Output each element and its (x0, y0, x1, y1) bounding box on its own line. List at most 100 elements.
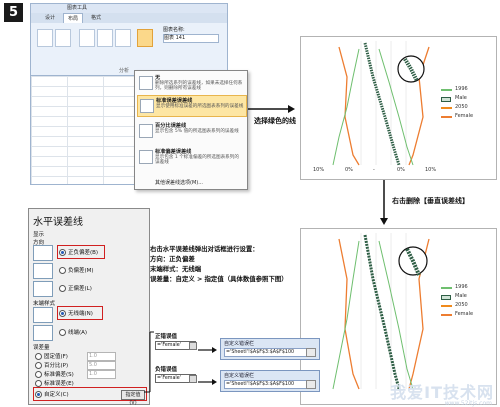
x-tick: 10% (425, 167, 437, 173)
instruction-text: 右击水平误差线弹出对话框进行设置： 方向：正负偏差 末端样式：无线端 误差量：自… (150, 244, 310, 284)
legend-1996: 1996 (455, 86, 468, 92)
tab-layout[interactable]: 布局 (63, 13, 84, 23)
chart-area-icon[interactable] (37, 29, 53, 47)
chart-name-input[interactable]: 图表 141 (163, 34, 219, 43)
chart-properties: 图表名称: 图表 141 (163, 27, 219, 43)
percentage-error-icon (139, 124, 153, 138)
fixed-value-input[interactable]: 1.0 (87, 352, 116, 361)
option-cap[interactable]: 线端(A) (59, 328, 87, 336)
menu-item-standard-deviation[interactable]: 标准偏差误差线 显示包含 1 个标准偏差的所选图表系列的误差线 (137, 147, 245, 167)
display-label: 显示 (33, 232, 45, 238)
custom-error-box-positive: 自定义错误栏 ='SheetI'!$A$F$3:$A$F$100 (220, 338, 320, 360)
menu-item-none[interactable]: 无 删除所选系列的误差线，如果未选择任何系列，则删除所有误差线 (137, 73, 245, 93)
option-label: 标准偏差(S) (44, 372, 74, 378)
lines-icon[interactable] (97, 29, 113, 47)
watermark-url: www.52itjs.com (444, 400, 492, 407)
no-error-bar-icon (139, 76, 153, 90)
arrow-right-icon (198, 347, 217, 353)
range-select-icon[interactable] (189, 342, 197, 350)
group-label-analysis: 分析 (119, 68, 130, 74)
minus-direction-icon (33, 263, 53, 279)
menu-item-desc: 显示包含 1 个标准偏差的所选图表系列的误差线 (155, 155, 239, 166)
option-plus[interactable]: 正偏差(L) (59, 284, 92, 292)
step-label-select-green: 选择绿色的线 (254, 117, 296, 125)
range-select-icon[interactable] (189, 375, 197, 383)
ribbon-panel: 分析 图表名称: 图表 141 (31, 23, 227, 76)
more-error-bar-options[interactable]: 其他误差线选项(M)... (155, 179, 203, 186)
option-label: 线端(A) (68, 330, 88, 336)
option-both-direction[interactable]: 正负偏差(B) (59, 248, 98, 256)
x-tick: 10% (313, 167, 325, 173)
collapse-dialog-icon[interactable] (306, 348, 316, 357)
dialog-title: 水平误差线 (33, 217, 83, 228)
pyramid-chart-top: 1996 Male 2050 Female 10% 0% - 0% 10% (300, 36, 497, 180)
updown-bars-icon[interactable] (115, 29, 131, 47)
specify-value-button[interactable]: 指定值(V) (121, 390, 145, 406)
option-label: 固定值(F) (44, 354, 68, 360)
custom-error-input-top[interactable]: ='SheetI'!$A$F$3:$A$F$100 (224, 348, 307, 357)
custom-error-box-negative: 自定义错误栏 ='SheetI'!$A$F$3:$A$F$100 (220, 370, 320, 392)
plus-direction-icon (33, 281, 53, 297)
percent-value-input[interactable]: 5.0 (87, 361, 116, 370)
chart-name-label: 图表名称: (163, 27, 185, 33)
legend-1996: 1996 (455, 284, 468, 290)
menu-item-title: 标准偏差误差线 (155, 149, 192, 155)
instruction-line: 右击水平误差线弹出对话框进行设置： (150, 245, 259, 253)
option-label: 自定义(C) (44, 392, 69, 398)
tab-design[interactable]: 设计 (41, 13, 59, 23)
menu-item-percentage[interactable]: 百分比误差线 显示包含 5% 值的所选图表系列的误差线 (137, 121, 245, 141)
step-label-delete-vertical: 右击删除【垂直误差线】 (392, 197, 469, 205)
trendline-icon[interactable] (79, 29, 95, 47)
error-bars-menu: 无 删除所选系列的误差线，如果未选择任何系列，则删除所有误差线 标准误差误差线 … (134, 70, 248, 190)
tab-format[interactable]: 格式 (87, 13, 105, 23)
legend-bottom: 1996 Male 2050 Female (441, 283, 473, 319)
option-label: 正偏差(L) (68, 286, 92, 292)
menu-item-title: 无 (155, 75, 161, 81)
menu-item-desc: 删除所选系列的误差线，如果未选择任何系列，则删除所有误差线 (155, 81, 243, 92)
series-male (363, 42, 401, 166)
instruction-line: 末端样式：无线端 (150, 265, 202, 273)
zoom-circle (397, 55, 425, 83)
collapse-dialog-icon[interactable] (306, 380, 316, 389)
legend-2050: 2050 (455, 104, 468, 110)
custom-error-title: 自定义错误栏 (224, 373, 255, 379)
connector-lines (144, 331, 154, 393)
no-cap-icon (33, 307, 53, 323)
error-bars-icon[interactable] (137, 29, 153, 47)
menu-item-title: 标准误差误差线 (156, 98, 193, 104)
option-fixed[interactable]: 固定值(F) (35, 352, 68, 360)
option-label: 无线端(N) (68, 311, 93, 317)
negative-error-label: 负错误值 (155, 367, 178, 373)
legend-female: Female (455, 311, 474, 317)
legend-top: 1996 Male 2050 Female (441, 85, 473, 121)
standard-deviation-icon (139, 150, 153, 164)
arrow-down-icon (380, 180, 388, 225)
x-tick: 0% (397, 167, 405, 173)
instruction-line: 方向：正负偏差 (150, 255, 195, 263)
instruction-line: 误差量：自定义 > 指定值（具体数值参照下图） (150, 275, 288, 283)
plot-area-icon[interactable] (55, 29, 71, 47)
ribbon-title: 图表工具 (31, 4, 227, 13)
option-std-error[interactable]: 标准误差(E) (35, 379, 74, 387)
legend-female: Female (455, 113, 474, 119)
option-custom[interactable]: 自定义(C) (35, 390, 69, 398)
ribbon-tabs: 设计 布局 格式 (31, 13, 227, 23)
legend-male: Male (455, 293, 467, 299)
x-tick: - (373, 167, 375, 173)
option-std-dev[interactable]: 标准偏差(S) (35, 370, 74, 378)
option-percent[interactable]: 百分比(P) (35, 361, 68, 369)
option-no-cap[interactable]: 无线端(N) (59, 309, 93, 317)
custom-error-input-bottom[interactable]: ='SheetI'!$A$F$3:$A$F$100 (224, 380, 307, 389)
negative-error-field: 负错误值 ='Female' (155, 365, 197, 383)
error-amount-label: 误差量 (33, 345, 50, 351)
std-value-input[interactable]: 1.0 (87, 370, 116, 379)
menu-item-desc: 显示使用标准误差的所选图表系列的误差线 (156, 104, 244, 109)
arrow-right-icon (248, 105, 295, 113)
positive-error-field: 正错误值 ='Female' (155, 332, 197, 350)
menu-item-standard-error[interactable]: 标准误差误差线 显示使用标准误差的所选图表系列的误差线 (137, 95, 247, 117)
arrow-right-icon (198, 379, 217, 385)
step-number: 5 (4, 3, 23, 22)
end-style-label: 末端样式 (33, 301, 56, 307)
both-direction-icon (33, 245, 53, 261)
option-minus[interactable]: 负偏差(M) (59, 266, 94, 274)
